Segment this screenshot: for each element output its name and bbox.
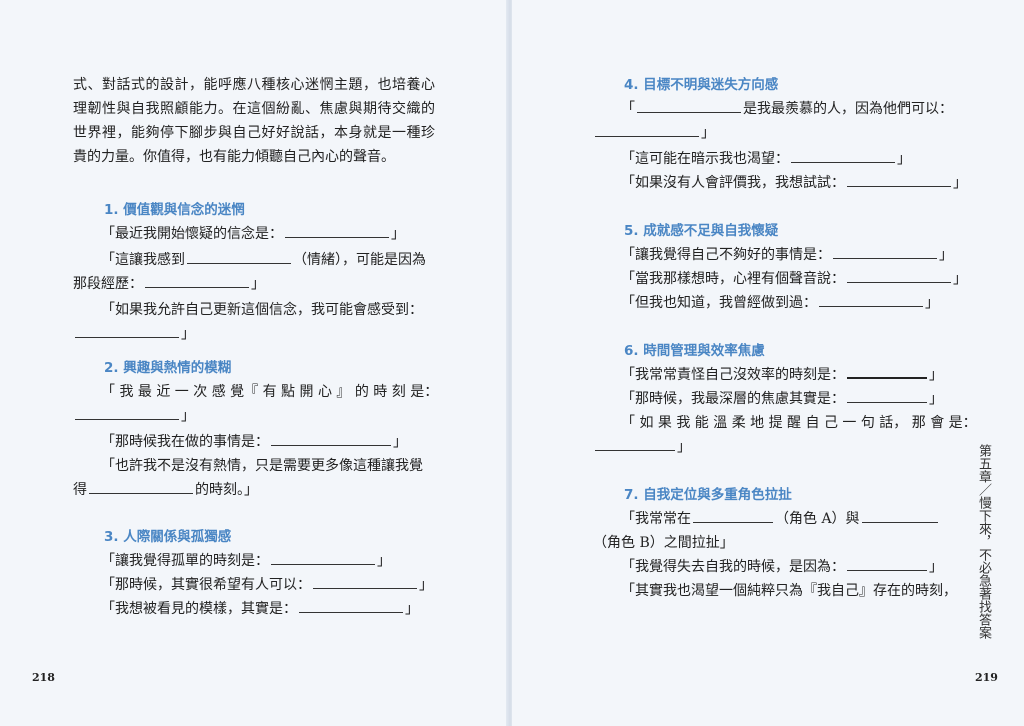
blank-line[interactable] [271,431,391,446]
blank-line[interactable] [285,223,389,238]
section-heading-1: 1. 價值觀與信念的迷惘 [104,202,245,218]
prompt-2c-cont: 得的時刻。」 [73,478,435,502]
blank-line[interactable] [847,556,927,571]
section-heading-5: 5. 成就感不足與自我懷疑 [624,223,779,239]
prompt-4c: 「如果沒有人會評價我，我想試試：」 [593,171,967,195]
blank-line[interactable] [595,122,699,137]
blank-line[interactable] [187,249,291,264]
blank-line[interactable] [833,244,937,259]
blank-line[interactable] [271,550,375,565]
section-heading-7: 7. 自我定位與多重角色拉扯 [624,487,792,503]
blank-line[interactable] [693,508,773,523]
prompt-3a: 「讓我覺得孤單的時刻是：」 [73,549,435,573]
section-heading-4: 4. 目標不明與迷失方向感 [624,77,779,93]
blank-line[interactable] [847,268,951,283]
prompt-1c-cont: 」 [73,322,435,346]
blank-line[interactable] [89,479,193,494]
section-heading-6: 6. 時間管理與效率焦慮 [624,343,765,359]
page-number-right: 219 [975,671,998,684]
prompt-4a-cont: 」 [593,121,953,145]
prompt-2b: 「那時候我在做的事情是：」 [73,430,435,454]
prompt-3c: 「我想被看見的模樣，其實是：」 [73,597,435,621]
blank-line[interactable] [847,388,927,403]
prompt-6c-cont: 」 [593,435,953,459]
left-column: 式、對話式的設計，能呼應八種核心迷惘主題，也培養心理韌性與自我照顧能力。在這個紛… [73,73,439,621]
prompt-7a: 「我常常在 （角色 A）與 [593,507,953,531]
prompt-1a: 「最近我開始懷疑的信念是：」 [73,222,435,246]
blank-line[interactable] [847,363,927,379]
prompt-6a: 「我常常責怪自己沒效率的時刻是：」 [593,363,953,387]
blank-line[interactable] [847,172,951,187]
prompt-7b: 「我覺得失去自我的時候，是因為：」 [593,555,953,579]
prompt-5c: 「但我也知道，我曾經做到過：」 [593,291,953,315]
prompt-4a: 「是我最羨慕的人，因為他們可以： [593,97,953,121]
section-heading-3: 3. 人際關係與孤獨感 [104,529,232,545]
blank-line[interactable] [595,436,675,451]
prompt-4b: 「這可能在暗示我也渴望：」 [593,147,953,171]
prompt-7a-cont: （角色 B）之間拉扯」 [593,535,734,551]
page-number-left: 218 [32,671,55,684]
blank-line[interactable] [819,292,923,307]
blank-line[interactable] [791,148,895,163]
prompt-1c: 「如果我允許自己更新這個信念，我可能會感受到： [101,302,423,318]
section-heading-2: 2. 興趣與熱情的模糊 [104,360,232,376]
blank-line[interactable] [637,98,741,113]
running-header: 第五章／慢下來，不必急著找答案 [976,444,991,639]
right-column: 4. 目標不明與迷失方向感 「是我最羨慕的人，因為他們可以： 」 「這可能在暗示… [593,73,977,603]
blank-line[interactable] [861,508,938,523]
blank-line[interactable] [75,323,179,338]
prompt-3b: 「那時候，其實很希望有人可以：」 [73,573,435,597]
prompt-7c: 「其實我也渴望一個純粹只為『我自己』存在的時刻， [621,583,957,599]
blank-line[interactable] [313,574,417,589]
prompt-6b: 「那時候，我最深層的焦慮其實是：」 [593,387,953,411]
prompt-6c: 「 如 果 我 能 溫 柔 地 提 醒 自 己 一 句 話， 那 會 是： [621,415,977,431]
prompt-2a: 「 我 最 近 一 次 感 覺『 有 點 開 心 』 的 時 刻 是： [101,384,439,400]
prompt-2a-cont: 」 [73,404,435,428]
prompt-1b: 「這讓我感到 （情緒），可能是因為 [73,248,435,272]
blank-line[interactable] [299,598,403,613]
blank-line[interactable] [75,405,179,420]
blank-line[interactable] [145,273,249,288]
prompt-5b: 「當我那樣想時，心裡有個聲音說：」 [593,267,967,291]
prompt-5a: 「讓我覺得自己不夠好的事情是：」 [593,243,953,267]
intro-paragraph: 式、對話式的設計，能呼應八種核心迷惘主題，也培養心理韌性與自我照顧能力。在這個紛… [73,77,435,165]
prompt-1b-cont: 那段經歷：」 [73,272,435,296]
prompt-2c: 「也許我不是沒有熱情，只是需要更多像這種讓我覺 [101,458,423,474]
